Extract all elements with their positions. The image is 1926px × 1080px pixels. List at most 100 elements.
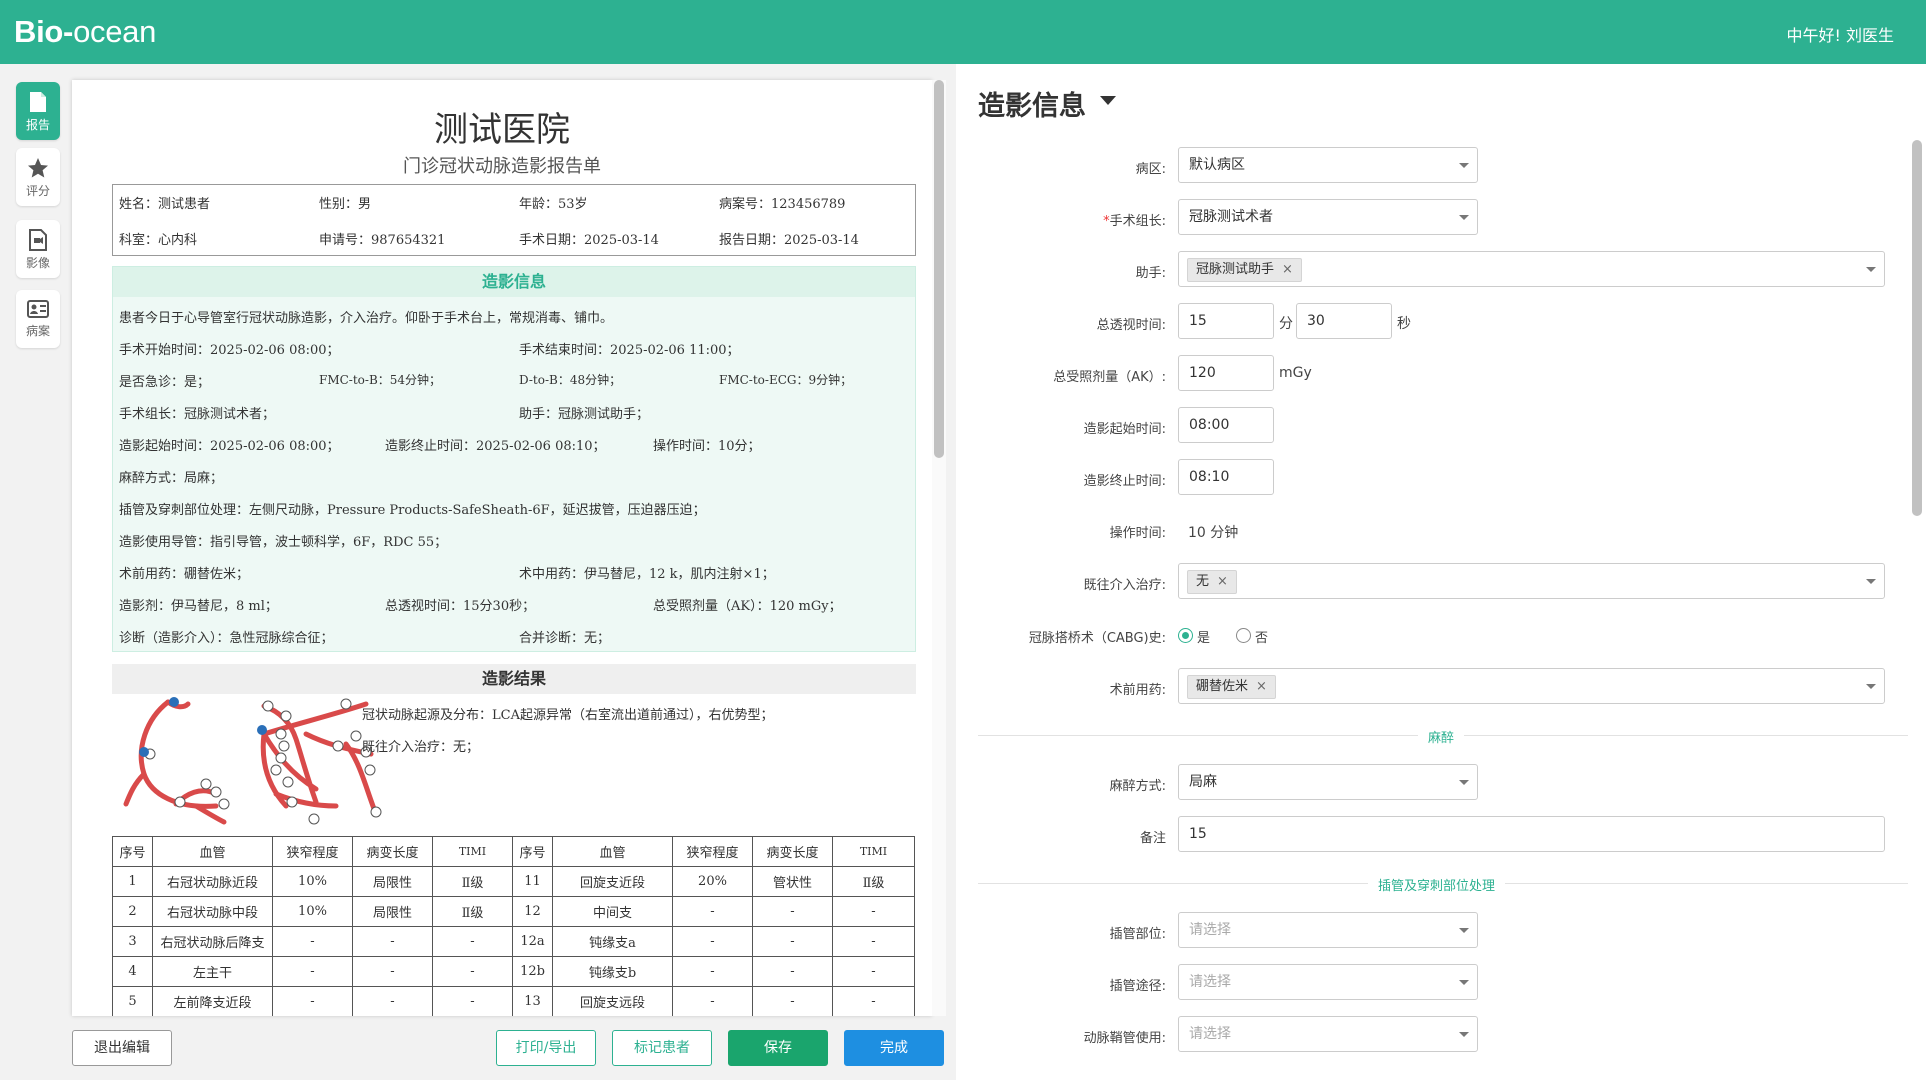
report-line: 总透视时间：15分30秒；	[385, 599, 536, 614]
report-scroll-thumb[interactable]	[934, 80, 944, 458]
top-bar: Bio-ocean 中午好! 刘医生	[0, 0, 1926, 64]
dose-input[interactable]: 120	[1178, 355, 1274, 391]
sidebar-item-case[interactable]: 病案	[16, 290, 60, 348]
table-row: 2 右冠状动脉中段 10% 局限性 Ⅱ级 12 中间支 - - -	[112, 896, 915, 927]
report-paper: 测试医院 门诊冠状动脉造影报告单 姓名：测试患者 性别：男 年龄：53岁 病案号…	[72, 80, 932, 1016]
close-icon[interactable]: ×	[1282, 262, 1293, 277]
sheath-select[interactable]: 请选择	[1178, 1016, 1478, 1052]
app-logo: Bio-ocean	[14, 14, 157, 49]
report-icon	[30, 92, 46, 112]
print-export-button[interactable]: 打印/导出	[496, 1030, 596, 1066]
casefile-icon	[27, 300, 49, 318]
prior-pci-select[interactable]: 无 ×	[1178, 563, 1885, 599]
report-line: 总受照剂量（AK）：120 mGy；	[653, 599, 842, 614]
fluoro-minutes-input[interactable]: 15	[1178, 303, 1274, 339]
report-line: 患者今日于心导管室行冠状动脉造影，介入治疗。仰卧于手术台上，常规消毒、铺巾。	[119, 311, 614, 326]
col-header: 狭窄程度	[672, 836, 753, 867]
cabg-label: 冠脉搭桥术（CABG)史:	[1028, 631, 1166, 646]
col-header: TIMI	[832, 836, 915, 867]
catheter-route-select[interactable]: 请选择	[1178, 964, 1478, 1000]
stenosis-table: 序号 血管 狭窄程度 病变长度 TIMI 序号 血管 狭窄程度 病变长度 TIM…	[112, 836, 915, 1016]
result-text: 冠状动脉起源及分布：LCA起源异常（右室流出道前通过），右优势型；	[362, 708, 774, 723]
assistant-label: 助手:	[1135, 266, 1166, 281]
assistant-select[interactable]: 冠脉测试助手 ×	[1178, 251, 1885, 287]
star-icon	[28, 158, 48, 178]
col-header: TIMI	[432, 836, 513, 867]
report-subtitle: 门诊冠状动脉造影报告单	[403, 156, 601, 177]
report-line: D-to-B：48分钟；	[519, 373, 622, 387]
patient-gender: 性别：男	[319, 197, 372, 212]
report-line: 手术结束时间：2025-02-06 11:00；	[519, 343, 740, 358]
prior-pci-tag[interactable]: 无 ×	[1187, 570, 1237, 594]
patient-info-box: 姓名：测试患者 性别：男 年龄：53岁 病案号：123456789 科室：心内科…	[112, 184, 916, 256]
report-line: 造影剂：伊马替尼，8 ml；	[119, 599, 278, 614]
predrug-select[interactable]: 硼替佐米 ×	[1178, 668, 1885, 704]
minute-unit: 分	[1279, 316, 1293, 332]
sheath-label: 动脉鞘管使用:	[1083, 1031, 1166, 1046]
case-number: 病案号：123456789	[719, 197, 846, 212]
close-icon[interactable]: ×	[1256, 679, 1267, 694]
chevron-down-icon	[1866, 267, 1876, 272]
image-icon	[29, 229, 47, 251]
hospital-name: 测试医院	[434, 110, 570, 150]
col-header: 序号	[512, 836, 553, 867]
predrug-label: 术前用药:	[1109, 683, 1166, 698]
sidebar-item-label: 报告	[25, 118, 50, 132]
cabg-yes-radio[interactable]	[1178, 628, 1193, 643]
sidebar-item-score[interactable]: 评分	[16, 148, 60, 206]
sidebar-item-report[interactable]: 报告	[16, 82, 60, 140]
catheter-site-label: 插管部位:	[1109, 927, 1166, 942]
ward-label: 病区:	[1135, 162, 1166, 177]
cabg-no-radio[interactable]	[1236, 628, 1251, 643]
chevron-down-icon	[1459, 928, 1469, 933]
col-header: 病变长度	[752, 836, 833, 867]
patient-age: 年龄：53岁	[519, 197, 588, 212]
chevron-down-icon	[1459, 215, 1469, 220]
report-line: 插管及穿刺部位处理：左侧尺动脉，Pressure Products-SafeSh…	[119, 503, 706, 518]
ward-select[interactable]: 默认病区	[1178, 147, 1478, 183]
save-button[interactable]: 保存	[728, 1030, 828, 1066]
second-unit: 秒	[1397, 316, 1411, 332]
close-icon[interactable]: ×	[1217, 574, 1228, 589]
form-scroll-thumb[interactable]	[1912, 140, 1922, 516]
predrug-tag[interactable]: 硼替佐米 ×	[1187, 675, 1276, 699]
report-line: 麻醉方式：局麻；	[119, 471, 224, 486]
result-text: 既往介入治疗：无；	[362, 740, 480, 755]
report-line: 是否急诊：是；	[119, 375, 211, 390]
chevron-down-icon	[1459, 1032, 1469, 1037]
done-button[interactable]: 完成	[844, 1030, 944, 1066]
col-header: 病变长度	[352, 836, 433, 867]
report-line: 诊断（造影介入）：急性冠脉综合征；	[119, 631, 334, 646]
dose-unit: mGy	[1279, 365, 1312, 381]
cabg-no-label: 否	[1255, 631, 1269, 646]
exit-edit-button[interactable]: 退出编辑	[72, 1030, 172, 1066]
table-row: 3 右冠状动脉后降支 - - -12a 钝缘支a - - -	[112, 926, 915, 957]
col-header: 序号	[112, 836, 153, 867]
chevron-down-icon	[1459, 163, 1469, 168]
note-label: 备注	[1139, 831, 1166, 846]
form-title: 造影信息	[978, 91, 1086, 122]
leader-select[interactable]: 冠脉测试术者	[1178, 199, 1478, 235]
angio-info-title: 造影信息	[113, 267, 915, 297]
caret-down-icon[interactable]	[1100, 96, 1116, 105]
angio-end-input[interactable]: 08:10	[1178, 459, 1274, 495]
angio-start-input[interactable]: 08:00	[1178, 407, 1274, 443]
mark-patient-button[interactable]: 标记患者	[612, 1030, 712, 1066]
cabg-yes-label: 是	[1197, 631, 1211, 646]
fluoro-seconds-input[interactable]: 30	[1296, 303, 1392, 339]
op-time-label: 操作时间:	[1109, 526, 1166, 541]
anesthesia-select[interactable]: 局麻	[1178, 764, 1478, 800]
assistant-tag[interactable]: 冠脉测试助手 ×	[1187, 258, 1302, 282]
table-header-row: 序号 血管 狭窄程度 病变长度 TIMI 序号 血管 狭窄程度 病变长度 TIM…	[112, 836, 915, 867]
note-input[interactable]: 15	[1178, 816, 1885, 852]
anesthesia-label: 麻醉方式:	[1109, 779, 1166, 794]
col-header: 血管	[152, 836, 273, 867]
table-row: 5 左前降支近段 - - -13 回旋支远段 - - -	[112, 986, 915, 1016]
catheter-site-select[interactable]: 请选择	[1178, 912, 1478, 948]
chevron-down-icon	[1866, 684, 1876, 689]
report-line: 手术组长：冠脉测试术者；	[119, 407, 276, 422]
report-line: 造影终止时间：2025-02-06 08:10；	[385, 439, 606, 454]
sidebar-item-label: 影像	[25, 256, 50, 270]
op-time-value: 10 分钟	[1188, 525, 1239, 541]
sidebar-item-image[interactable]: 影像	[16, 220, 60, 278]
